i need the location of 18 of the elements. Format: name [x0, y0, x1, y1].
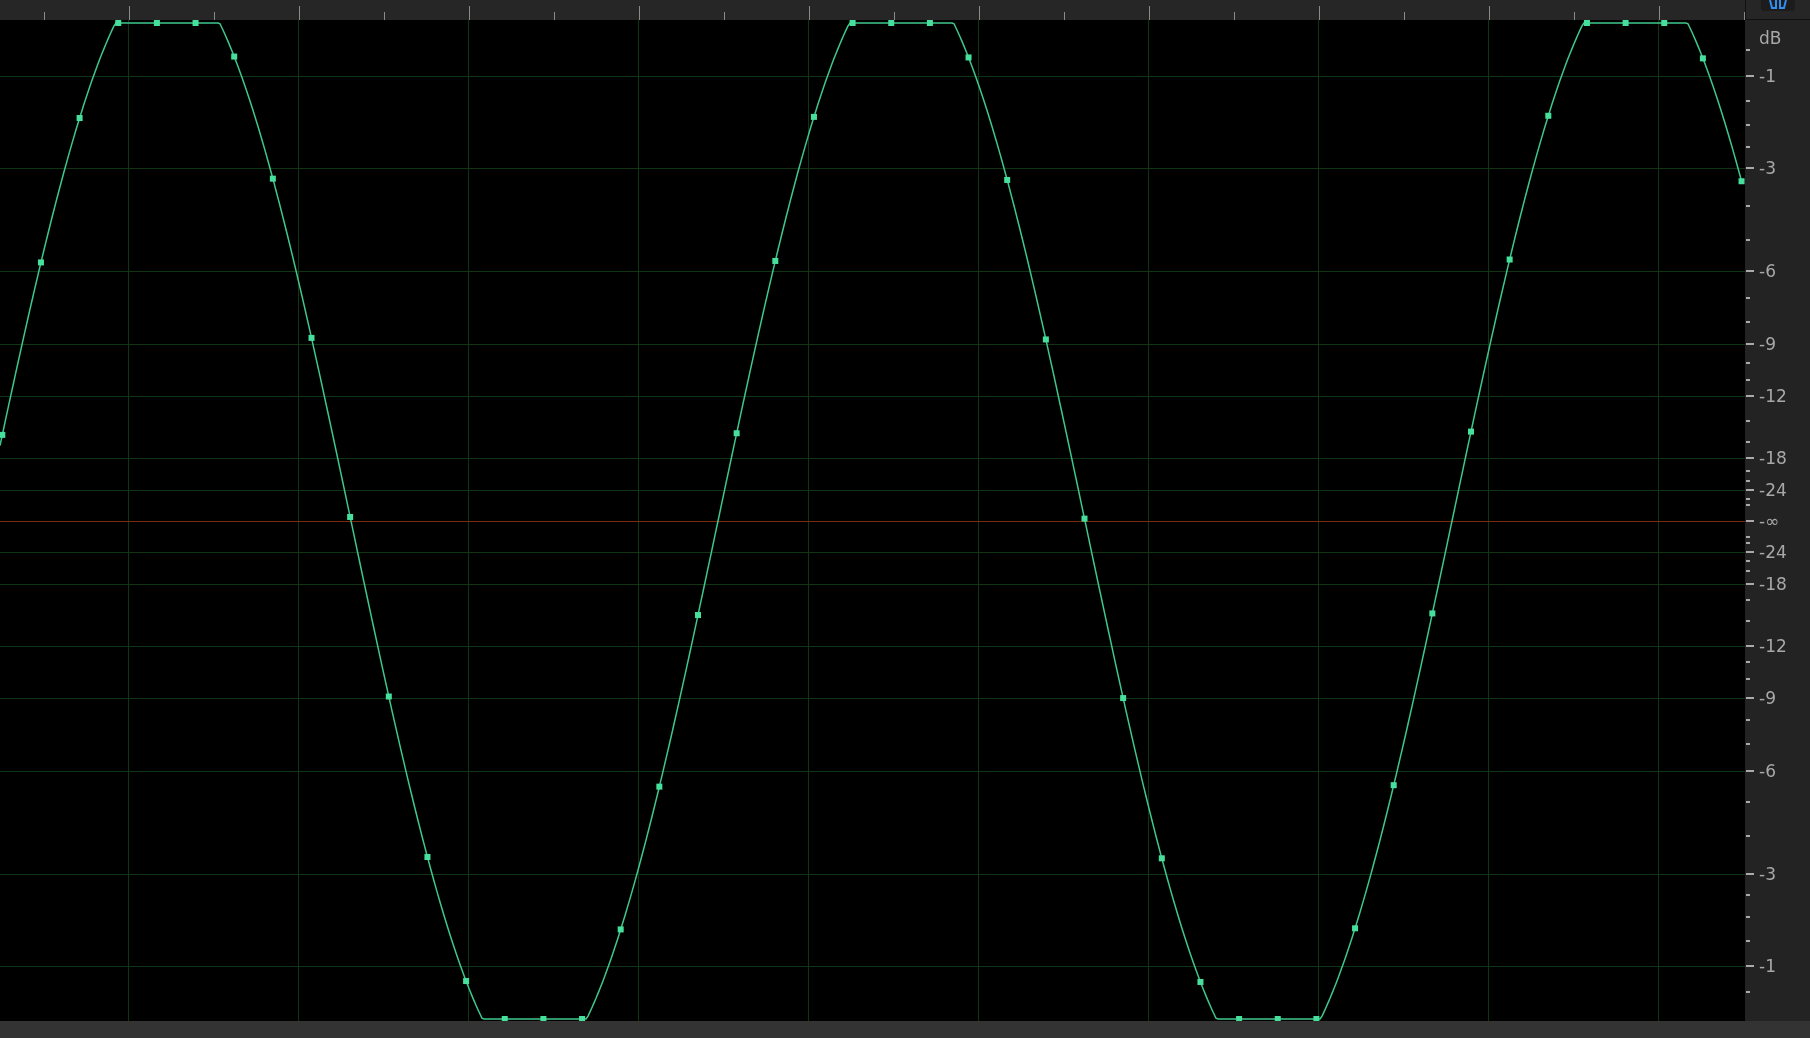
scale-label: -1 — [1759, 955, 1776, 976]
scale-label: -18 — [1759, 448, 1787, 469]
scale-label: -9 — [1759, 333, 1776, 354]
headphones-icon[interactable] — [1761, 0, 1795, 12]
scale-label: -3 — [1759, 864, 1776, 885]
scale-label: -24 — [1759, 479, 1787, 500]
scale-label: -24 — [1759, 542, 1787, 563]
scale-label: -6 — [1759, 761, 1776, 782]
scale-label: -1 — [1759, 66, 1776, 87]
scale-label: -12 — [1759, 636, 1787, 657]
scale-label: -12 — [1759, 385, 1787, 406]
unit-label: dB — [1759, 28, 1782, 48]
scale-label: -6 — [1759, 260, 1776, 281]
scale-label: -9 — [1759, 688, 1776, 709]
horizontal-scrollbar[interactable] — [0, 1021, 1810, 1038]
scale-label: -18 — [1759, 573, 1787, 594]
scale-label: -∞ — [1759, 511, 1780, 531]
scale-label: -3 — [1759, 157, 1776, 178]
